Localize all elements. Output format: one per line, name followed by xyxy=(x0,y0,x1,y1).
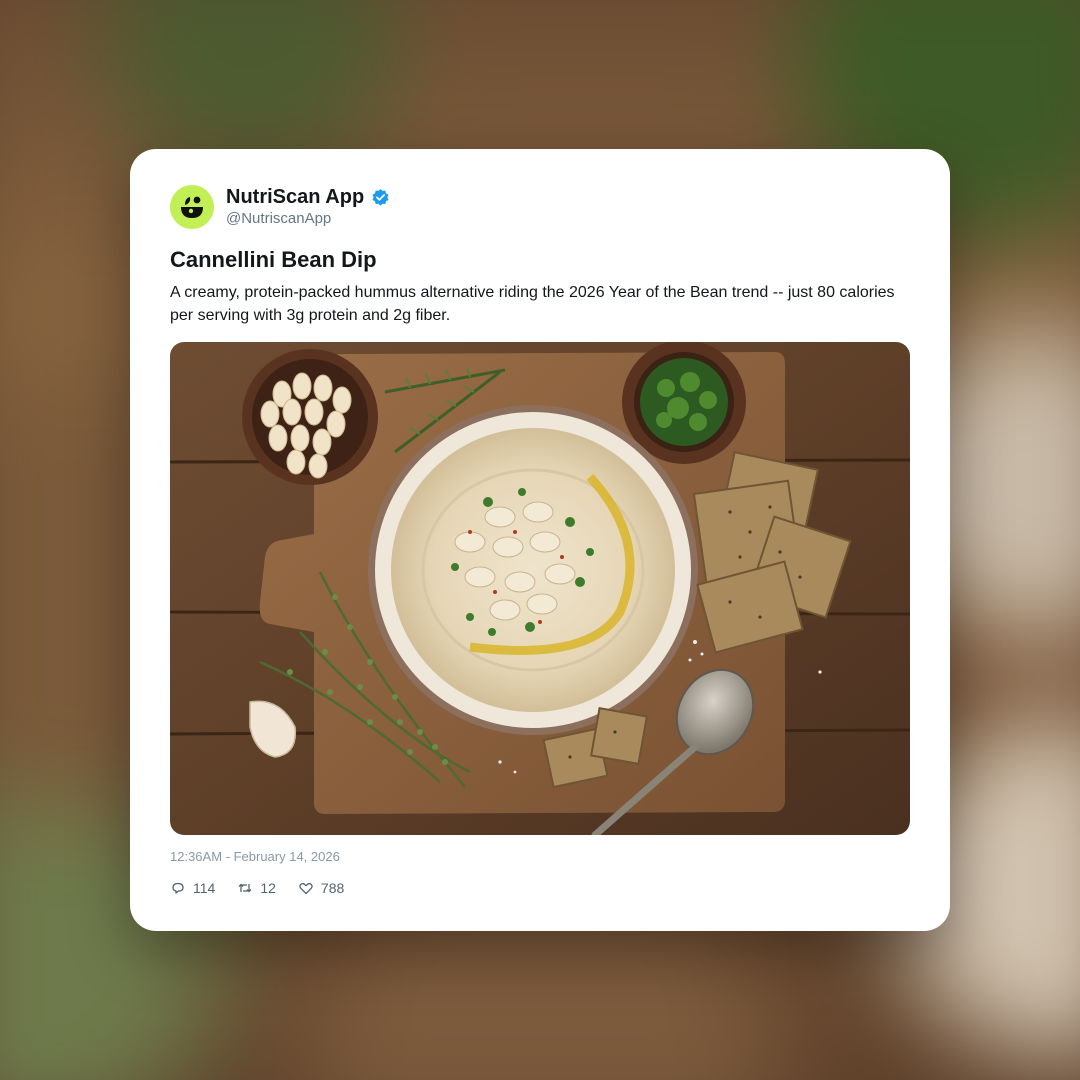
display-name-text: NutriScan App xyxy=(226,186,365,208)
verified-badge-icon xyxy=(372,188,389,206)
like-count: 788 xyxy=(320,880,345,896)
reply-button[interactable]: 114 xyxy=(170,880,215,896)
reply-count: 114 xyxy=(193,880,216,896)
avatar[interactable] xyxy=(170,185,214,229)
display-name[interactable]: NutriScan App xyxy=(226,185,390,209)
account-handle[interactable]: @NutriscanApp xyxy=(226,210,331,228)
retweet-button[interactable]: 12 xyxy=(237,880,276,896)
nutriscan-logo-icon xyxy=(181,196,203,218)
post-image-bean-dip[interactable] xyxy=(170,342,910,835)
like-button[interactable]: 788 xyxy=(298,880,344,896)
heart-icon xyxy=(299,882,313,895)
retweet-icon xyxy=(238,883,252,893)
reply-icon xyxy=(172,882,184,894)
post-title: Cannellini Bean Dip xyxy=(170,247,377,272)
post-actions: 114 12 788 xyxy=(170,880,344,896)
post-card: NutriScan App @NutriscanApp Cannellini B… xyxy=(130,149,950,931)
retweet-count: 12 xyxy=(260,880,276,896)
post-timestamp: 12:36AM - February 14, 2026 xyxy=(170,849,340,864)
post-body: A creamy, protein-packed hummus alternat… xyxy=(170,284,895,324)
bean-dip-photo xyxy=(170,342,910,835)
